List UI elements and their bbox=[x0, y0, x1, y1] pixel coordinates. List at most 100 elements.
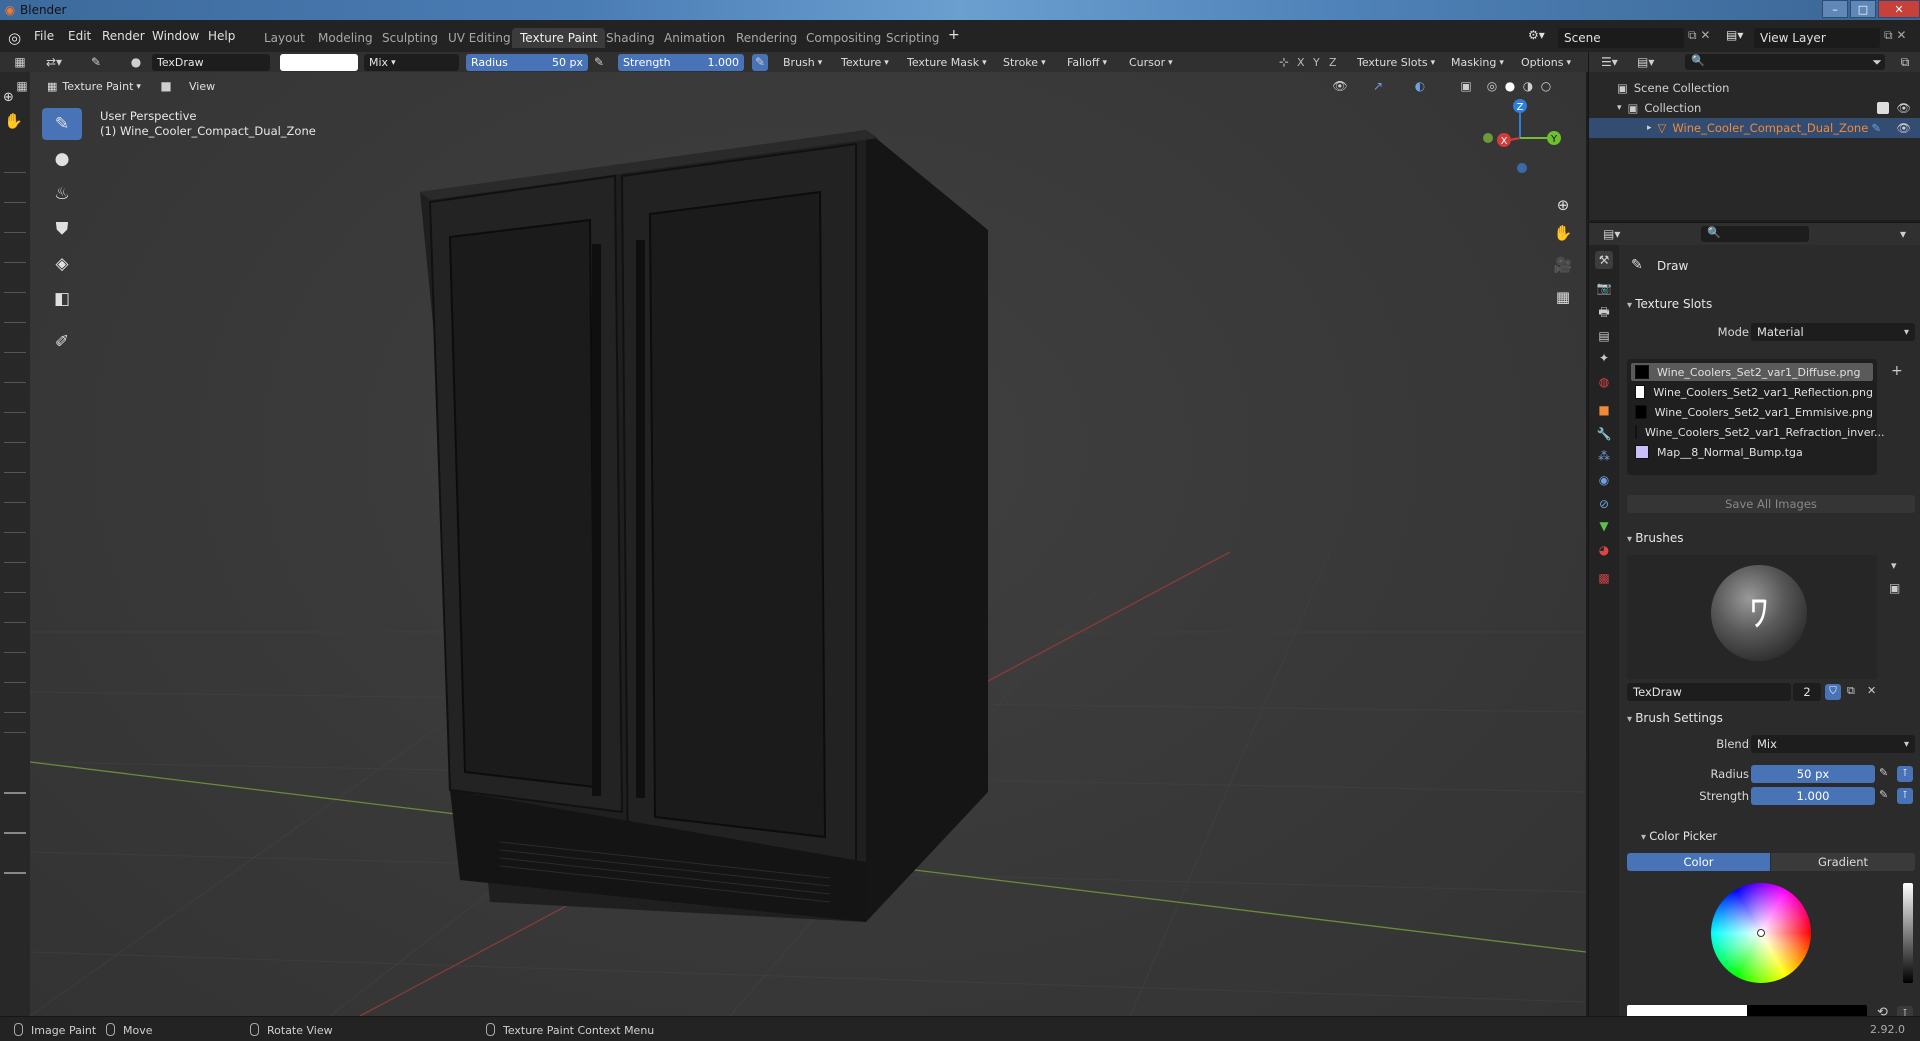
hand-icon[interactable]: ✋ bbox=[4, 112, 23, 130]
menu-file[interactable]: File bbox=[34, 29, 54, 43]
xray-toggle-icon[interactable]: ▣ bbox=[1458, 78, 1474, 95]
list-item[interactable]: Wine_Coolers_Set2_var1_Emmisive.png bbox=[1631, 403, 1873, 421]
gradient-tab[interactable]: Gradient bbox=[1771, 853, 1915, 871]
scene-tab-icon[interactable]: ✦ bbox=[1595, 349, 1613, 367]
editor-type-icon[interactable]: ▦ bbox=[12, 54, 28, 71]
mirror-z-toggle[interactable]: Z bbox=[1324, 54, 1342, 71]
color-picker-panel-title[interactable]: Color Picker bbox=[1641, 829, 1717, 843]
gizmo-toggle-icon[interactable]: ↗ bbox=[1370, 78, 1386, 95]
fake-user-shield-icon[interactable]: ⛉ bbox=[1825, 684, 1841, 700]
object-visibility-icon[interactable]: 👁 bbox=[1896, 121, 1911, 135]
falloff-menu[interactable]: Falloff bbox=[1062, 54, 1112, 71]
texture-slots-panel-title[interactable]: Texture Slots bbox=[1627, 297, 1712, 311]
strength-slider[interactable]: Strength 1.000 bbox=[618, 54, 744, 71]
slot-mode-dropdown[interactable]: Material bbox=[1751, 323, 1915, 341]
radius-slider[interactable]: Radius 50 px bbox=[466, 54, 588, 71]
symmetry-icon[interactable]: ⊹ bbox=[1276, 54, 1292, 71]
display-mode-icon[interactable]: ▤▾ bbox=[1637, 54, 1654, 71]
close-button[interactable]: ✕ bbox=[1878, 0, 1920, 18]
texture-tab-icon[interactable]: ▩ bbox=[1595, 569, 1613, 587]
menu-help[interactable]: Help bbox=[208, 29, 235, 43]
world-tab-icon[interactable]: ◍ bbox=[1595, 373, 1613, 391]
color-tab[interactable]: Color bbox=[1627, 853, 1770, 871]
brush-users-count[interactable]: 2 bbox=[1793, 683, 1821, 701]
radius-field[interactable]: 50 px bbox=[1751, 765, 1875, 783]
object-tab-icon[interactable]: ■ bbox=[1595, 401, 1613, 419]
outliner-editor-type-icon[interactable]: ☰▾ bbox=[1601, 54, 1618, 71]
filter-icon[interactable]: ⏷ bbox=[1869, 54, 1885, 71]
outliner-object-row[interactable]: ▸ ▽ Wine_Cooler_Compact_Dual_Zone ✎ 👁 bbox=[1589, 118, 1920, 138]
stroke-menu[interactable]: Stroke bbox=[998, 54, 1051, 71]
particles-tab-icon[interactable]: ⁂ bbox=[1595, 447, 1613, 465]
save-all-images-button[interactable]: Save All Images bbox=[1627, 495, 1915, 513]
material-shading-icon[interactable]: ◑ bbox=[1520, 78, 1536, 95]
menu-edit[interactable]: Edit bbox=[68, 29, 91, 43]
object-expand-icon[interactable]: ▸ bbox=[1647, 123, 1652, 133]
maximize-button[interactable]: □ bbox=[1850, 0, 1876, 18]
add-workspace-icon[interactable]: + bbox=[948, 27, 960, 43]
camera-view-icon[interactable]: 🎥 bbox=[1552, 254, 1574, 276]
mirror-x-toggle[interactable]: X bbox=[1292, 54, 1310, 71]
navigation-gizmo[interactable]: Z Y X bbox=[1470, 88, 1570, 188]
tab-sculpting[interactable]: Sculpting bbox=[374, 28, 446, 48]
masking-menu[interactable]: Masking bbox=[1446, 54, 1509, 71]
smear-tool-button[interactable]: ♨ bbox=[42, 178, 82, 210]
unlink-brush-icon[interactable]: ✕ bbox=[1867, 684, 1876, 697]
props-options-icon[interactable]: ▾ bbox=[1895, 226, 1911, 243]
view-layer-tab-icon[interactable]: ▤ bbox=[1595, 327, 1613, 345]
radius-pressure-icon[interactable]: ✎ bbox=[591, 54, 607, 71]
tab-modeling[interactable]: Modeling bbox=[310, 28, 381, 48]
wireframe-shading-icon[interactable]: ◎ bbox=[1484, 78, 1500, 95]
material-tab-icon[interactable]: ◕ bbox=[1595, 541, 1613, 559]
brush-name-field[interactable]: TexDraw bbox=[1627, 683, 1791, 701]
output-tab-icon[interactable]: 🖶 bbox=[1595, 303, 1613, 321]
ortho-toggle-icon[interactable]: ▦ bbox=[1552, 286, 1574, 308]
brush-list-expand-icon[interactable]: ▾ bbox=[1891, 559, 1897, 572]
fill-tool-button[interactable]: ◈ bbox=[42, 248, 82, 280]
brush-data-icon[interactable]: ● bbox=[128, 54, 144, 71]
blend-dropdown[interactable]: Mix bbox=[1751, 735, 1915, 753]
add-slot-icon[interactable]: + bbox=[1891, 363, 1903, 379]
blender-menu-icon[interactable]: ◎ bbox=[8, 29, 26, 47]
texture-mask-menu[interactable]: Texture Mask bbox=[902, 54, 992, 71]
viewport-editor-type-icon[interactable]: ▦ bbox=[14, 78, 30, 95]
expand-collection-icon[interactable]: ▾ bbox=[1617, 103, 1622, 113]
color-wheel[interactable] bbox=[1711, 883, 1811, 983]
strength-pressure-icon[interactable]: ✎ bbox=[752, 54, 768, 71]
modifier-tab-icon[interactable]: 🔧 bbox=[1595, 425, 1613, 443]
texture-slots-menu[interactable]: Texture Slots bbox=[1352, 54, 1440, 71]
new-collection-icon[interactable]: ⧉ bbox=[1897, 54, 1913, 71]
scene-type-icon[interactable]: ⚙▾ bbox=[1528, 28, 1545, 42]
tab-uv-editing[interactable]: UV Editing bbox=[440, 28, 519, 48]
physics-tab-icon[interactable]: ◉ bbox=[1595, 471, 1613, 489]
brushes-panel-title[interactable]: Brushes bbox=[1627, 531, 1683, 545]
texture-slot-list[interactable]: Wine_Coolers_Set2_var1_Diffuse.png Wine_… bbox=[1627, 359, 1884, 475]
outliner-search-input[interactable]: 🔍 bbox=[1685, 54, 1885, 70]
collection-visibility-icon[interactable]: 👁 bbox=[1896, 101, 1911, 115]
menu-window[interactable]: Window bbox=[152, 29, 199, 43]
texture-menu[interactable]: Texture bbox=[836, 54, 894, 71]
color-wheel-cursor[interactable] bbox=[1757, 929, 1765, 937]
list-item[interactable]: Wine_Coolers_Set2_var1_Reflection.png bbox=[1631, 383, 1873, 401]
outliner-scene-collection[interactable]: ▣ Scene Collection bbox=[1589, 78, 1920, 98]
mask-tool-button[interactable]: ◧ bbox=[42, 283, 82, 315]
tab-animation[interactable]: Animation bbox=[656, 28, 733, 48]
tool-icon[interactable]: ⇄▾ bbox=[46, 54, 62, 71]
mirror-y-toggle[interactable]: Y bbox=[1308, 54, 1325, 71]
radius-pressure-icon[interactable]: ✎ bbox=[1879, 766, 1888, 779]
blend-mode-dropdown[interactable]: Mix bbox=[364, 54, 459, 71]
annotate-tool-button[interactable]: ✐ bbox=[42, 326, 82, 358]
3d-viewport[interactable]: User Perspective (1) Wine_Cooler_Compact… bbox=[30, 72, 1586, 1016]
draw-tool-button[interactable]: ✎ bbox=[42, 108, 82, 140]
new-scene-icon[interactable]: ⧉ ✕ bbox=[1688, 28, 1710, 43]
overlay-toggle-icon[interactable]: ◐ bbox=[1412, 78, 1428, 95]
strength-field[interactable]: 1.000 bbox=[1751, 787, 1875, 805]
props-editor-type-icon[interactable]: ▤▾ bbox=[1603, 226, 1620, 243]
soften-tool-button[interactable]: ● bbox=[42, 143, 82, 175]
brush-tool-icon[interactable]: ✎ bbox=[88, 54, 104, 71]
visibility-icon[interactable]: 👁 bbox=[1332, 78, 1348, 95]
tab-layout[interactable]: Layout bbox=[256, 28, 313, 48]
tab-rendering[interactable]: Rendering bbox=[728, 28, 805, 48]
tab-compositing[interactable]: Compositing bbox=[798, 28, 889, 48]
data-tab-icon[interactable]: ▼ bbox=[1595, 517, 1613, 535]
